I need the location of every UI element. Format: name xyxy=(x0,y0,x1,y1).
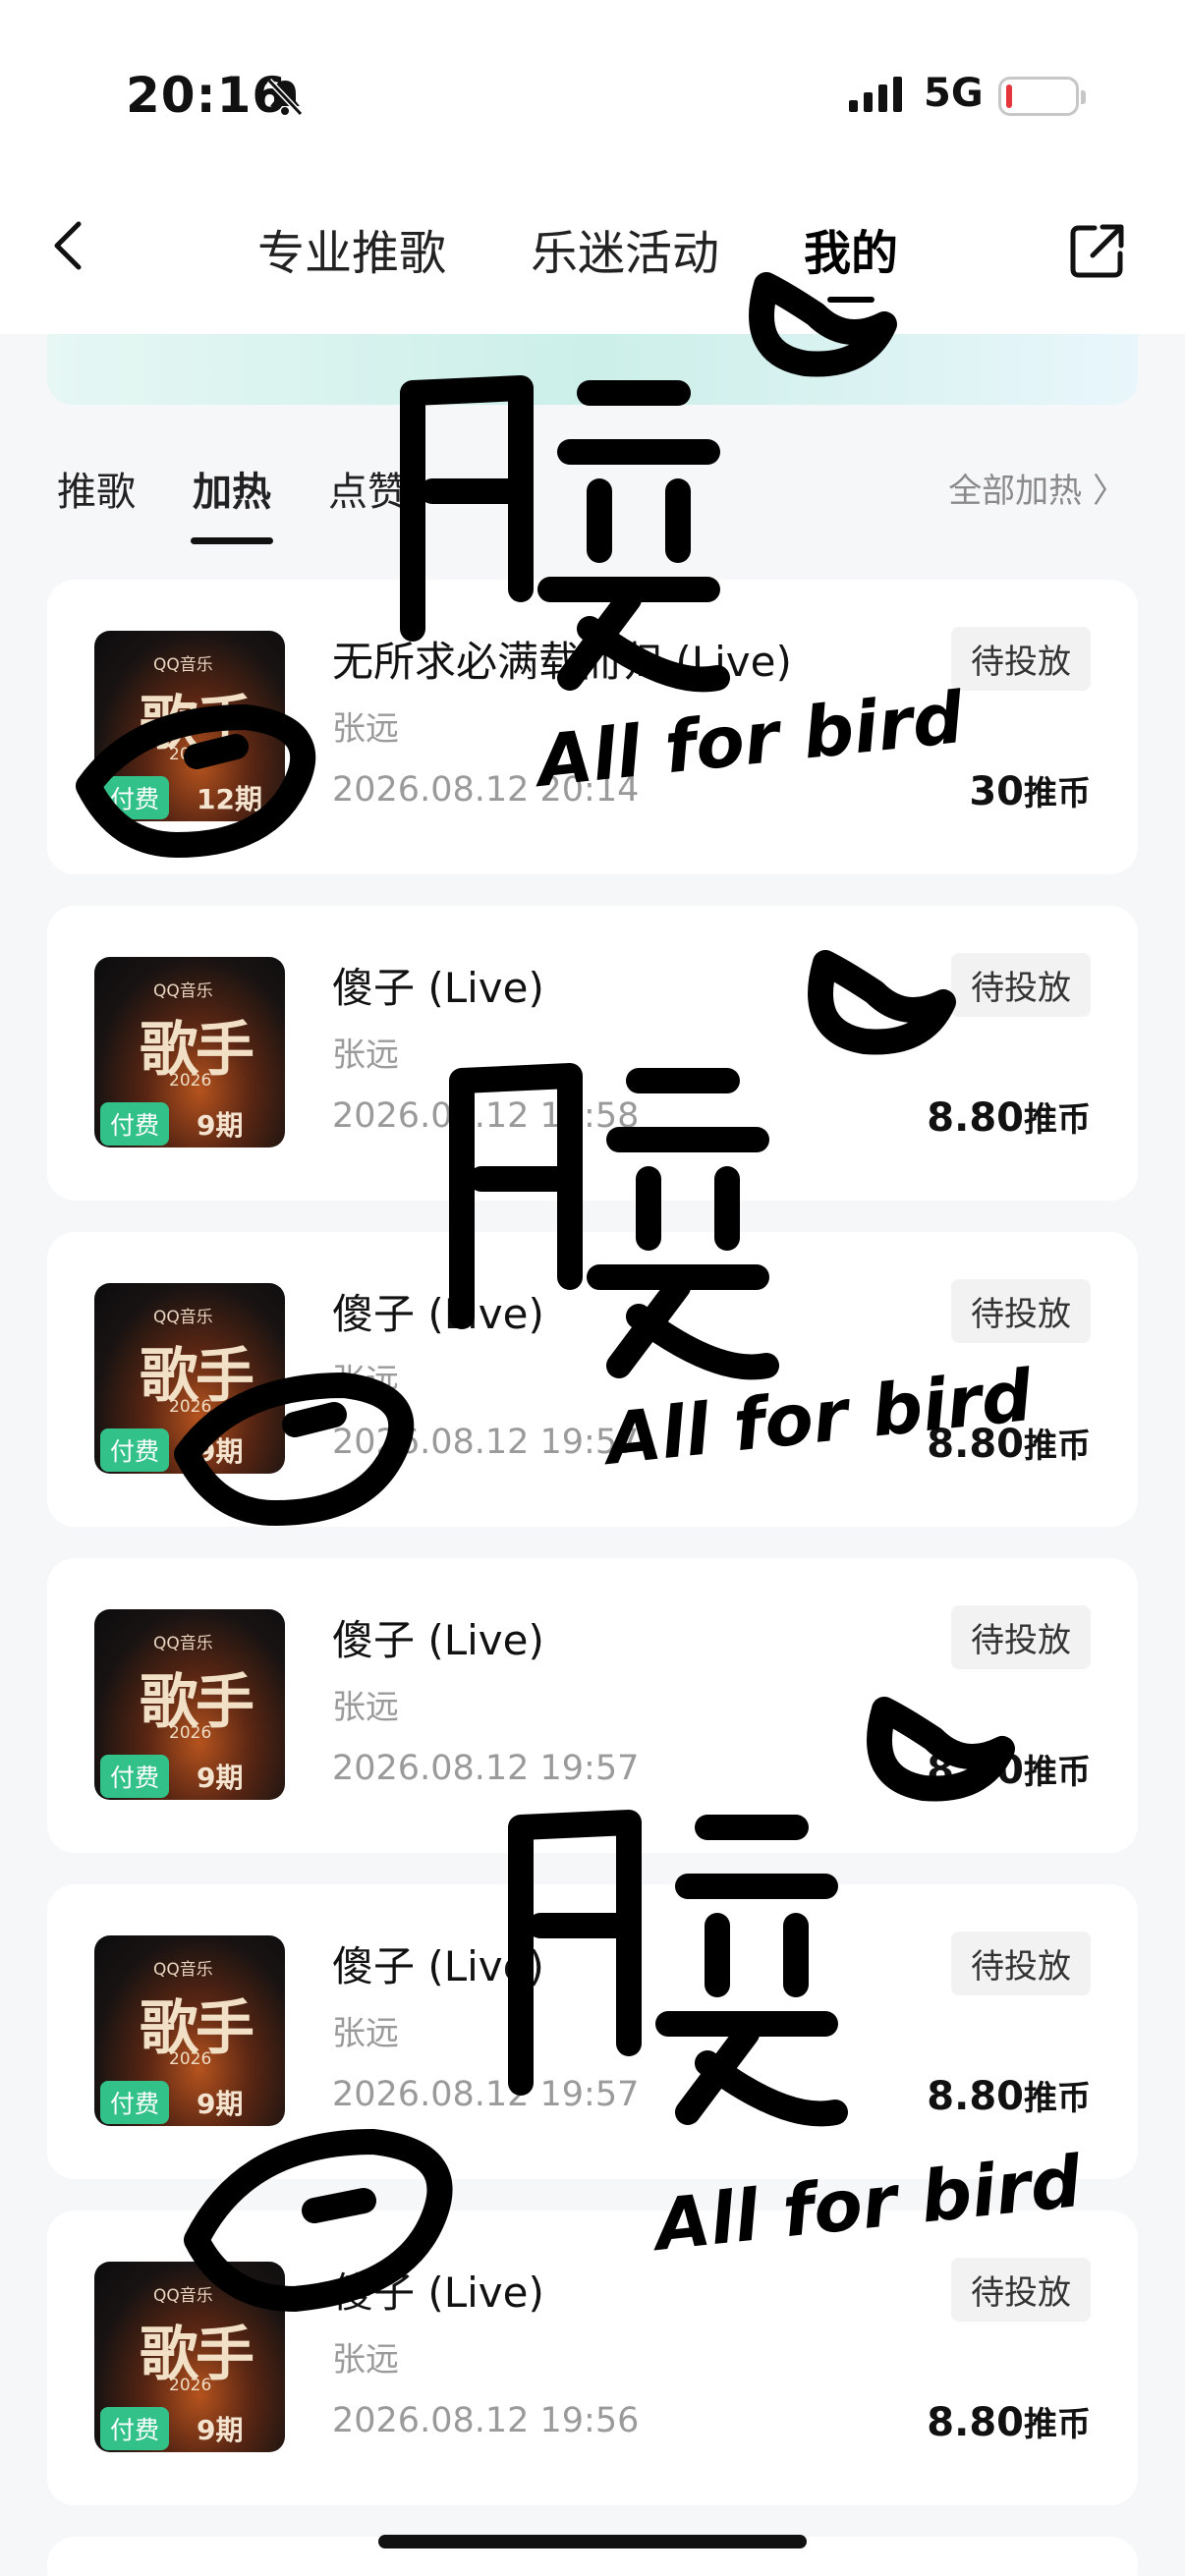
song-title: 傻子 (Live) xyxy=(332,2268,544,2317)
song-title: 傻子 (Live) xyxy=(332,1290,544,1338)
signal-icon xyxy=(849,77,902,112)
coin-amount: 8.80推币 xyxy=(927,2074,1091,2119)
pending-status-button[interactable]: 待投放 xyxy=(951,1932,1091,1995)
song-title: 傻子 (Live) xyxy=(332,1616,544,1664)
qq-music-logo: QQ音乐 xyxy=(153,1634,213,1653)
pending-status-button[interactable]: 待投放 xyxy=(951,953,1091,1017)
song-title: 傻子 (Live) xyxy=(332,964,544,1012)
show-year: 2026 xyxy=(169,1071,212,1091)
list-item[interactable]: QQ音乐 歌手 2026 付费 9期 傻子 (Live) 张远 2026.08.… xyxy=(47,1558,1138,1853)
episode-label: 9期 xyxy=(197,1109,244,1142)
tab-mine[interactable]: 我的 xyxy=(804,214,898,303)
artist-name: 张远 xyxy=(332,2014,399,2053)
show-year: 2026 xyxy=(169,1397,212,1417)
qq-music-logo: QQ音乐 xyxy=(153,1960,213,1980)
song-title: 傻子 (Live) xyxy=(332,1942,544,1990)
banner[interactable] xyxy=(47,334,1138,405)
coin-amount: 8.80推币 xyxy=(927,1095,1091,1141)
tab-fan-activity[interactable]: 乐迷活动 xyxy=(531,214,719,283)
paid-badge: 付费 xyxy=(100,1428,170,1472)
episode-label: 9期 xyxy=(197,2414,244,2446)
back-icon[interactable] xyxy=(49,216,88,275)
timestamp: 2026.08.12 19:58 xyxy=(332,1096,640,1136)
home-indicator xyxy=(378,2535,807,2548)
paid-badge: 付费 xyxy=(100,776,170,819)
timestamp: 2026.08.12 19:57 xyxy=(332,2075,640,2114)
qq-music-logo: QQ音乐 xyxy=(153,2286,213,2306)
episode-label: 9期 xyxy=(197,1435,244,1468)
episode-label: 9期 xyxy=(197,2088,244,2120)
paid-badge: 付费 xyxy=(100,2407,170,2450)
qq-music-logo: QQ音乐 xyxy=(153,1308,213,1327)
silent-bell-icon xyxy=(266,78,304,117)
album-cover: QQ音乐 歌手 2026 付费 12期 xyxy=(94,631,285,821)
artist-name: 张远 xyxy=(332,1036,399,1075)
qq-music-logo: QQ音乐 xyxy=(153,981,213,1001)
timestamp: 2026.08.12 20:14 xyxy=(332,770,640,810)
pending-status-button[interactable]: 待投放 xyxy=(951,627,1091,691)
list-item[interactable]: QQ音乐 歌手 2026 付费 9期 傻子 (Live) 张远 2026.08.… xyxy=(47,1884,1138,2179)
coin-amount: 8.80推币 xyxy=(927,1748,1091,1793)
top-nav: 专业推歌 乐迷活动 我的 xyxy=(0,187,1185,334)
album-cover: QQ音乐 歌手 2026 付费 9期 xyxy=(94,1935,285,2126)
share-icon[interactable] xyxy=(1069,222,1126,279)
timestamp: 2026.08.12 19:57 xyxy=(332,1749,640,1788)
list-item[interactable]: QQ音乐 歌手 2026 付费 9期 傻子 (Live) 张远 2026.08.… xyxy=(47,2211,1138,2505)
pending-status-button[interactable]: 待投放 xyxy=(951,1605,1091,1669)
subtab-boost[interactable]: 加热 xyxy=(191,460,273,544)
coin-amount: 8.80推币 xyxy=(927,1422,1091,1467)
artist-name: 张远 xyxy=(332,709,399,749)
artist-name: 张远 xyxy=(332,1688,399,1727)
timestamp: 2026.08.12 19:57 xyxy=(332,1423,640,1462)
status-bar: 20:16 5G xyxy=(0,0,1185,187)
pending-status-button[interactable]: 待投放 xyxy=(951,2258,1091,2322)
artist-name: 张远 xyxy=(332,2340,399,2380)
album-cover: QQ音乐 歌手 2026 付费 9期 xyxy=(94,1283,285,1474)
show-year: 2026 xyxy=(169,2049,212,2069)
paid-badge: 付费 xyxy=(100,2081,170,2124)
all-boost-link[interactable]: 全部加热 〉 xyxy=(948,464,1126,512)
list-item[interactable]: QQ音乐 歌手 2026 付费 9期 傻子 (Live) 张远 2026.08.… xyxy=(47,1232,1138,1527)
show-year: 2026 xyxy=(169,2376,212,2395)
subtab-like[interactable]: 点赞 xyxy=(328,460,407,517)
network-label: 5G xyxy=(924,71,984,116)
show-year: 2026 xyxy=(169,745,212,764)
coin-amount: 30推币 xyxy=(969,769,1091,814)
artist-name: 张远 xyxy=(332,1362,399,1401)
album-cover: QQ音乐 歌手 2026 付费 9期 xyxy=(94,957,285,1148)
episode-label: 12期 xyxy=(197,783,262,815)
album-cover: QQ音乐 歌手 2026 付费 9期 xyxy=(94,1609,285,1800)
episode-label: 9期 xyxy=(197,1762,244,1794)
coin-amount: 8.80推币 xyxy=(927,2400,1091,2445)
tab-pro-recommend[interactable]: 专业推歌 xyxy=(257,214,446,283)
battery-icon xyxy=(998,77,1086,116)
timestamp: 2026.08.12 19:56 xyxy=(332,2401,640,2440)
subtab-recommend[interactable]: 推歌 xyxy=(57,460,136,517)
song-title: 无所求必满载而归 (Live) xyxy=(332,638,792,686)
show-year: 2026 xyxy=(169,1723,212,1743)
album-cover: QQ音乐 歌手 2026 付费 9期 xyxy=(94,2262,285,2452)
list-item[interactable]: QQ音乐 歌手 2026 付费 9期 傻子 (Live) 张远 2026.08.… xyxy=(47,906,1138,1201)
list-item[interactable]: QQ音乐 歌手 2026 付费 12期 无所求必满载而归 (Live) 张远 2… xyxy=(47,580,1138,874)
pending-status-button[interactable]: 待投放 xyxy=(951,1279,1091,1343)
qq-music-logo: QQ音乐 xyxy=(153,655,213,675)
paid-badge: 付费 xyxy=(100,1102,170,1146)
paid-badge: 付费 xyxy=(100,1755,170,1798)
